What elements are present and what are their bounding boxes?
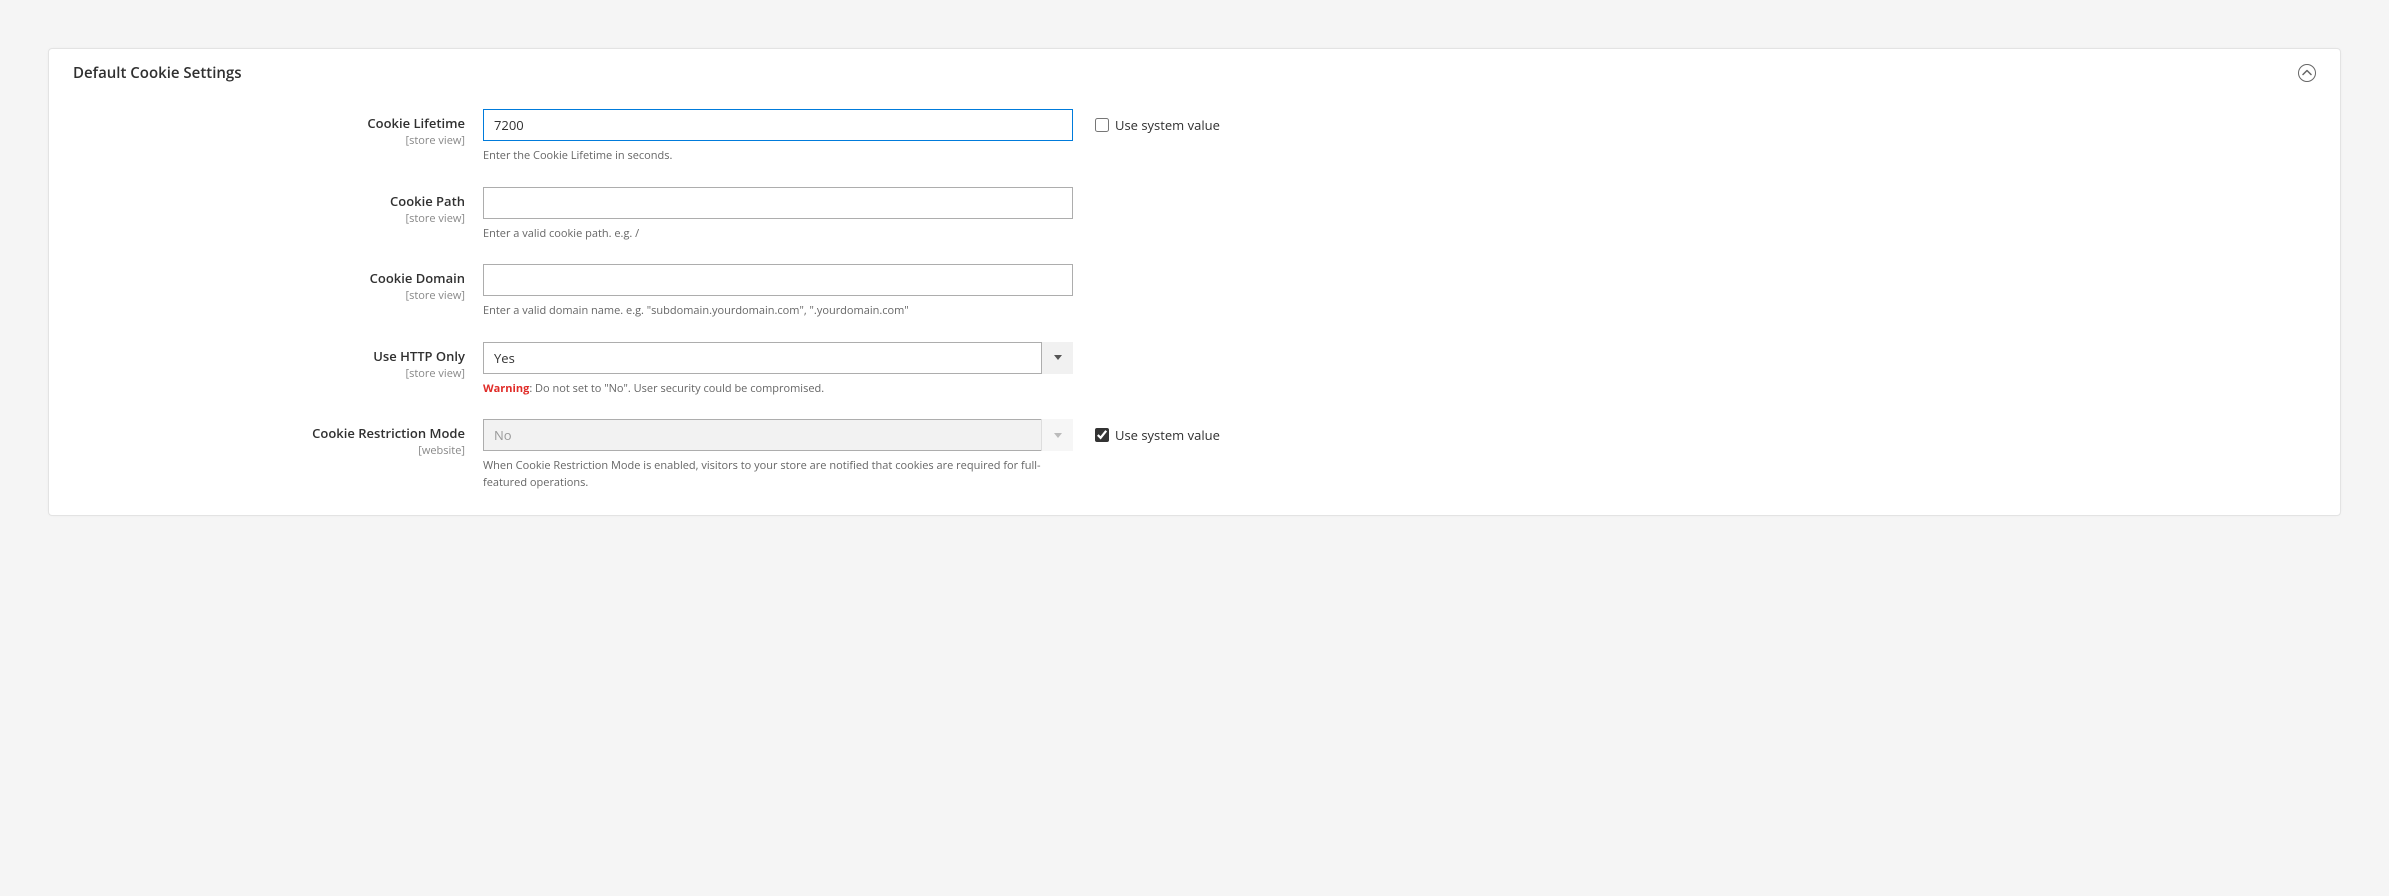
field-restriction-mode: Cookie Restriction Mode [website] No Whe… (73, 419, 2316, 491)
field-input-column: Enter the Cookie Lifetime in seconds. (483, 109, 1073, 165)
panel-body: Cookie Lifetime [store view] Enter the C… (49, 97, 2340, 515)
use-system-text: Use system value (1115, 426, 1220, 444)
http-only-select[interactable]: Yes (483, 342, 1073, 374)
use-system-column: Use system value (1073, 419, 1220, 444)
cookie-domain-input[interactable] (483, 264, 1073, 296)
restriction-mode-select: No (483, 419, 1073, 451)
field-note: Enter a valid domain name. e.g. "subdoma… (483, 303, 1073, 320)
warning-label: Warning (483, 381, 529, 396)
use-system-checkbox-restriction[interactable] (1095, 428, 1109, 442)
field-label: Cookie Path (73, 192, 465, 210)
cookie-lifetime-input[interactable] (483, 109, 1073, 141)
field-cookie-lifetime: Cookie Lifetime [store view] Enter the C… (73, 109, 2316, 165)
field-scope: [store view] (73, 288, 465, 303)
field-label-column: Cookie Path [store view] (73, 187, 483, 226)
field-label: Cookie Restriction Mode (73, 424, 465, 442)
use-system-text: Use system value (1115, 116, 1220, 134)
field-scope: [store view] (73, 366, 465, 381)
cookie-settings-panel: Default Cookie Settings Cookie Lifetime … (48, 48, 2341, 516)
field-cookie-path: Cookie Path [store view] Enter a valid c… (73, 187, 2316, 243)
field-note: When Cookie Restriction Mode is enabled,… (483, 458, 1073, 491)
field-input-column: Enter a valid domain name. e.g. "subdoma… (483, 264, 1073, 320)
field-note: Enter a valid cookie path. e.g. / (483, 226, 1073, 243)
field-label: Use HTTP Only (73, 347, 465, 365)
use-system-value-label[interactable]: Use system value (1095, 426, 1220, 444)
field-label-column: Cookie Domain [store view] (73, 264, 483, 303)
field-cookie-domain: Cookie Domain [store view] Enter a valid… (73, 264, 2316, 320)
field-label-column: Cookie Restriction Mode [website] (73, 419, 483, 458)
field-label: Cookie Domain (73, 269, 465, 287)
use-system-value-label[interactable]: Use system value (1095, 116, 1220, 134)
field-label-column: Use HTTP Only [store view] (73, 342, 483, 381)
select-display: No (483, 419, 1073, 451)
field-input-column: Enter a valid cookie path. e.g. / (483, 187, 1073, 243)
field-label-column: Cookie Lifetime [store view] (73, 109, 483, 148)
use-system-checkbox-lifetime[interactable] (1095, 118, 1109, 132)
field-input-column: Yes Warning: Do not set to "No". User se… (483, 342, 1073, 398)
field-note: Warning: Do not set to "No". User securi… (483, 381, 1073, 398)
collapse-icon[interactable] (2298, 64, 2316, 82)
field-note: Enter the Cookie Lifetime in seconds. (483, 148, 1073, 165)
cookie-path-input[interactable] (483, 187, 1073, 219)
panel-title: Default Cookie Settings (73, 63, 242, 83)
field-scope: [store view] (73, 211, 465, 226)
field-scope: [store view] (73, 133, 465, 148)
panel-header: Default Cookie Settings (49, 49, 2340, 97)
field-label: Cookie Lifetime (73, 114, 465, 132)
warning-text: : Do not set to "No". User security coul… (529, 381, 824, 396)
field-scope: [website] (73, 443, 465, 458)
use-system-column: Use system value (1073, 109, 1220, 134)
field-http-only: Use HTTP Only [store view] Yes Warning: … (73, 342, 2316, 398)
field-input-column: No When Cookie Restriction Mode is enabl… (483, 419, 1073, 491)
select-display: Yes (483, 342, 1073, 374)
